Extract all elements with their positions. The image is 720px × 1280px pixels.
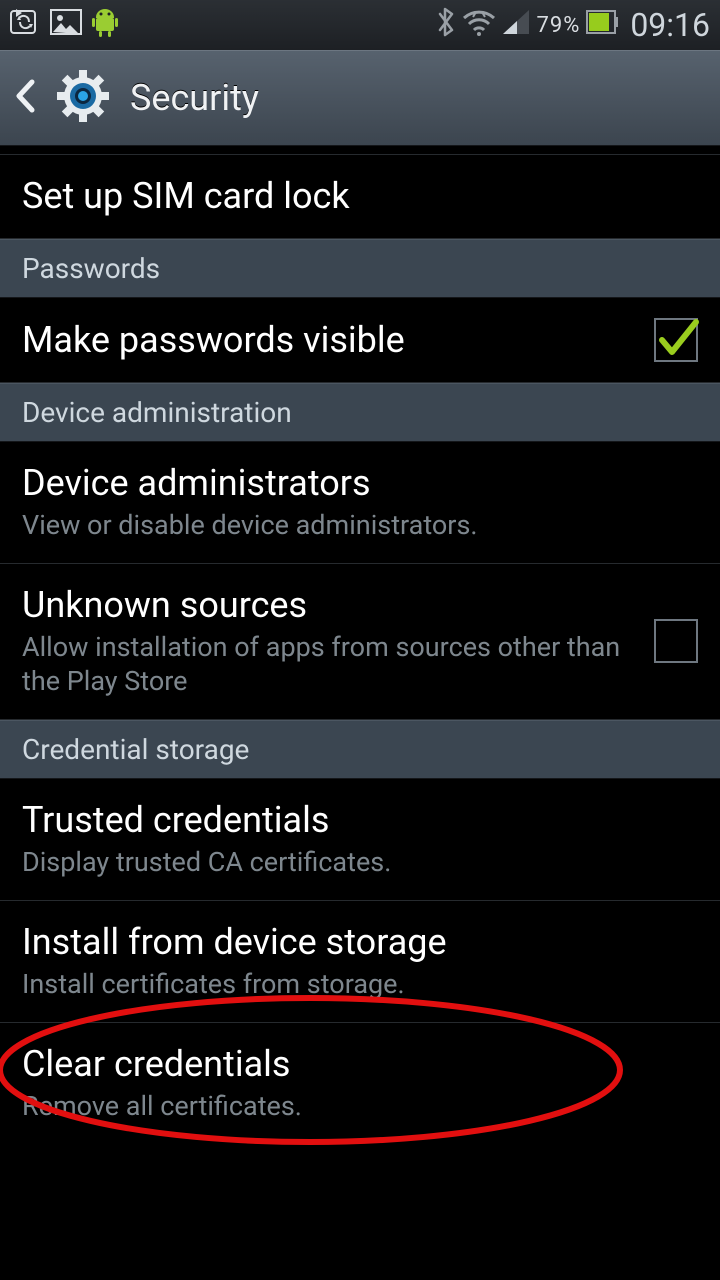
item-title: Set up SIM card lock: [22, 175, 350, 218]
item-title: Device administrators: [22, 462, 478, 505]
checkbox-unknown-sources[interactable]: [654, 619, 698, 663]
battery-percent: 79%: [536, 13, 580, 38]
item-title: Install from device storage: [22, 921, 447, 964]
item-title: Unknown sources: [22, 584, 634, 627]
app-bar: Security: [0, 50, 720, 146]
item-subtitle: Allow installation of apps from sources …: [22, 631, 634, 699]
item-install-from-storage[interactable]: Install from device storage Install cert…: [0, 901, 720, 1023]
item-title: Trusted credentials: [22, 799, 391, 842]
item-title: Clear credentials: [22, 1043, 302, 1086]
signal-icon: [502, 9, 530, 42]
android-icon: [92, 7, 118, 44]
checkbox-passwords-visible[interactable]: [654, 318, 698, 362]
section-header-credential-storage: Credential storage: [0, 720, 720, 779]
item-device-administrators[interactable]: Device administrators View or disable de…: [0, 442, 720, 564]
section-header-device-admin: Device administration: [0, 383, 720, 442]
item-make-passwords-visible[interactable]: Make passwords visible: [0, 298, 720, 383]
settings-gear-icon: [56, 69, 110, 127]
item-subtitle: Remove all certificates.: [22, 1090, 302, 1124]
bluetooth-icon: [436, 7, 456, 44]
item-clear-credentials[interactable]: Clear credentials Remove all certificate…: [0, 1023, 720, 1144]
status-clock: 09:16: [630, 6, 710, 44]
item-title: Make passwords visible: [22, 319, 405, 362]
section-header-passwords: Passwords: [0, 239, 720, 298]
wifi-icon: [462, 8, 496, 43]
battery-icon: [586, 10, 618, 41]
item-trusted-credentials[interactable]: Trusted credentials Display trusted CA c…: [0, 779, 720, 901]
page-title: Security: [130, 77, 259, 119]
sync-icon: [10, 8, 40, 43]
gallery-icon: [50, 9, 82, 42]
item-unknown-sources[interactable]: Unknown sources Allow installation of ap…: [0, 564, 720, 720]
item-subtitle: View or disable device administrators.: [22, 509, 478, 543]
item-subtitle: Install certificates from storage.: [22, 968, 447, 1002]
status-bar: 79% 09:16: [0, 0, 720, 50]
item-sim-card-lock[interactable]: Set up SIM card lock: [0, 155, 720, 239]
back-icon[interactable]: [14, 79, 36, 117]
item-subtitle: Display trusted CA certificates.: [22, 846, 391, 880]
